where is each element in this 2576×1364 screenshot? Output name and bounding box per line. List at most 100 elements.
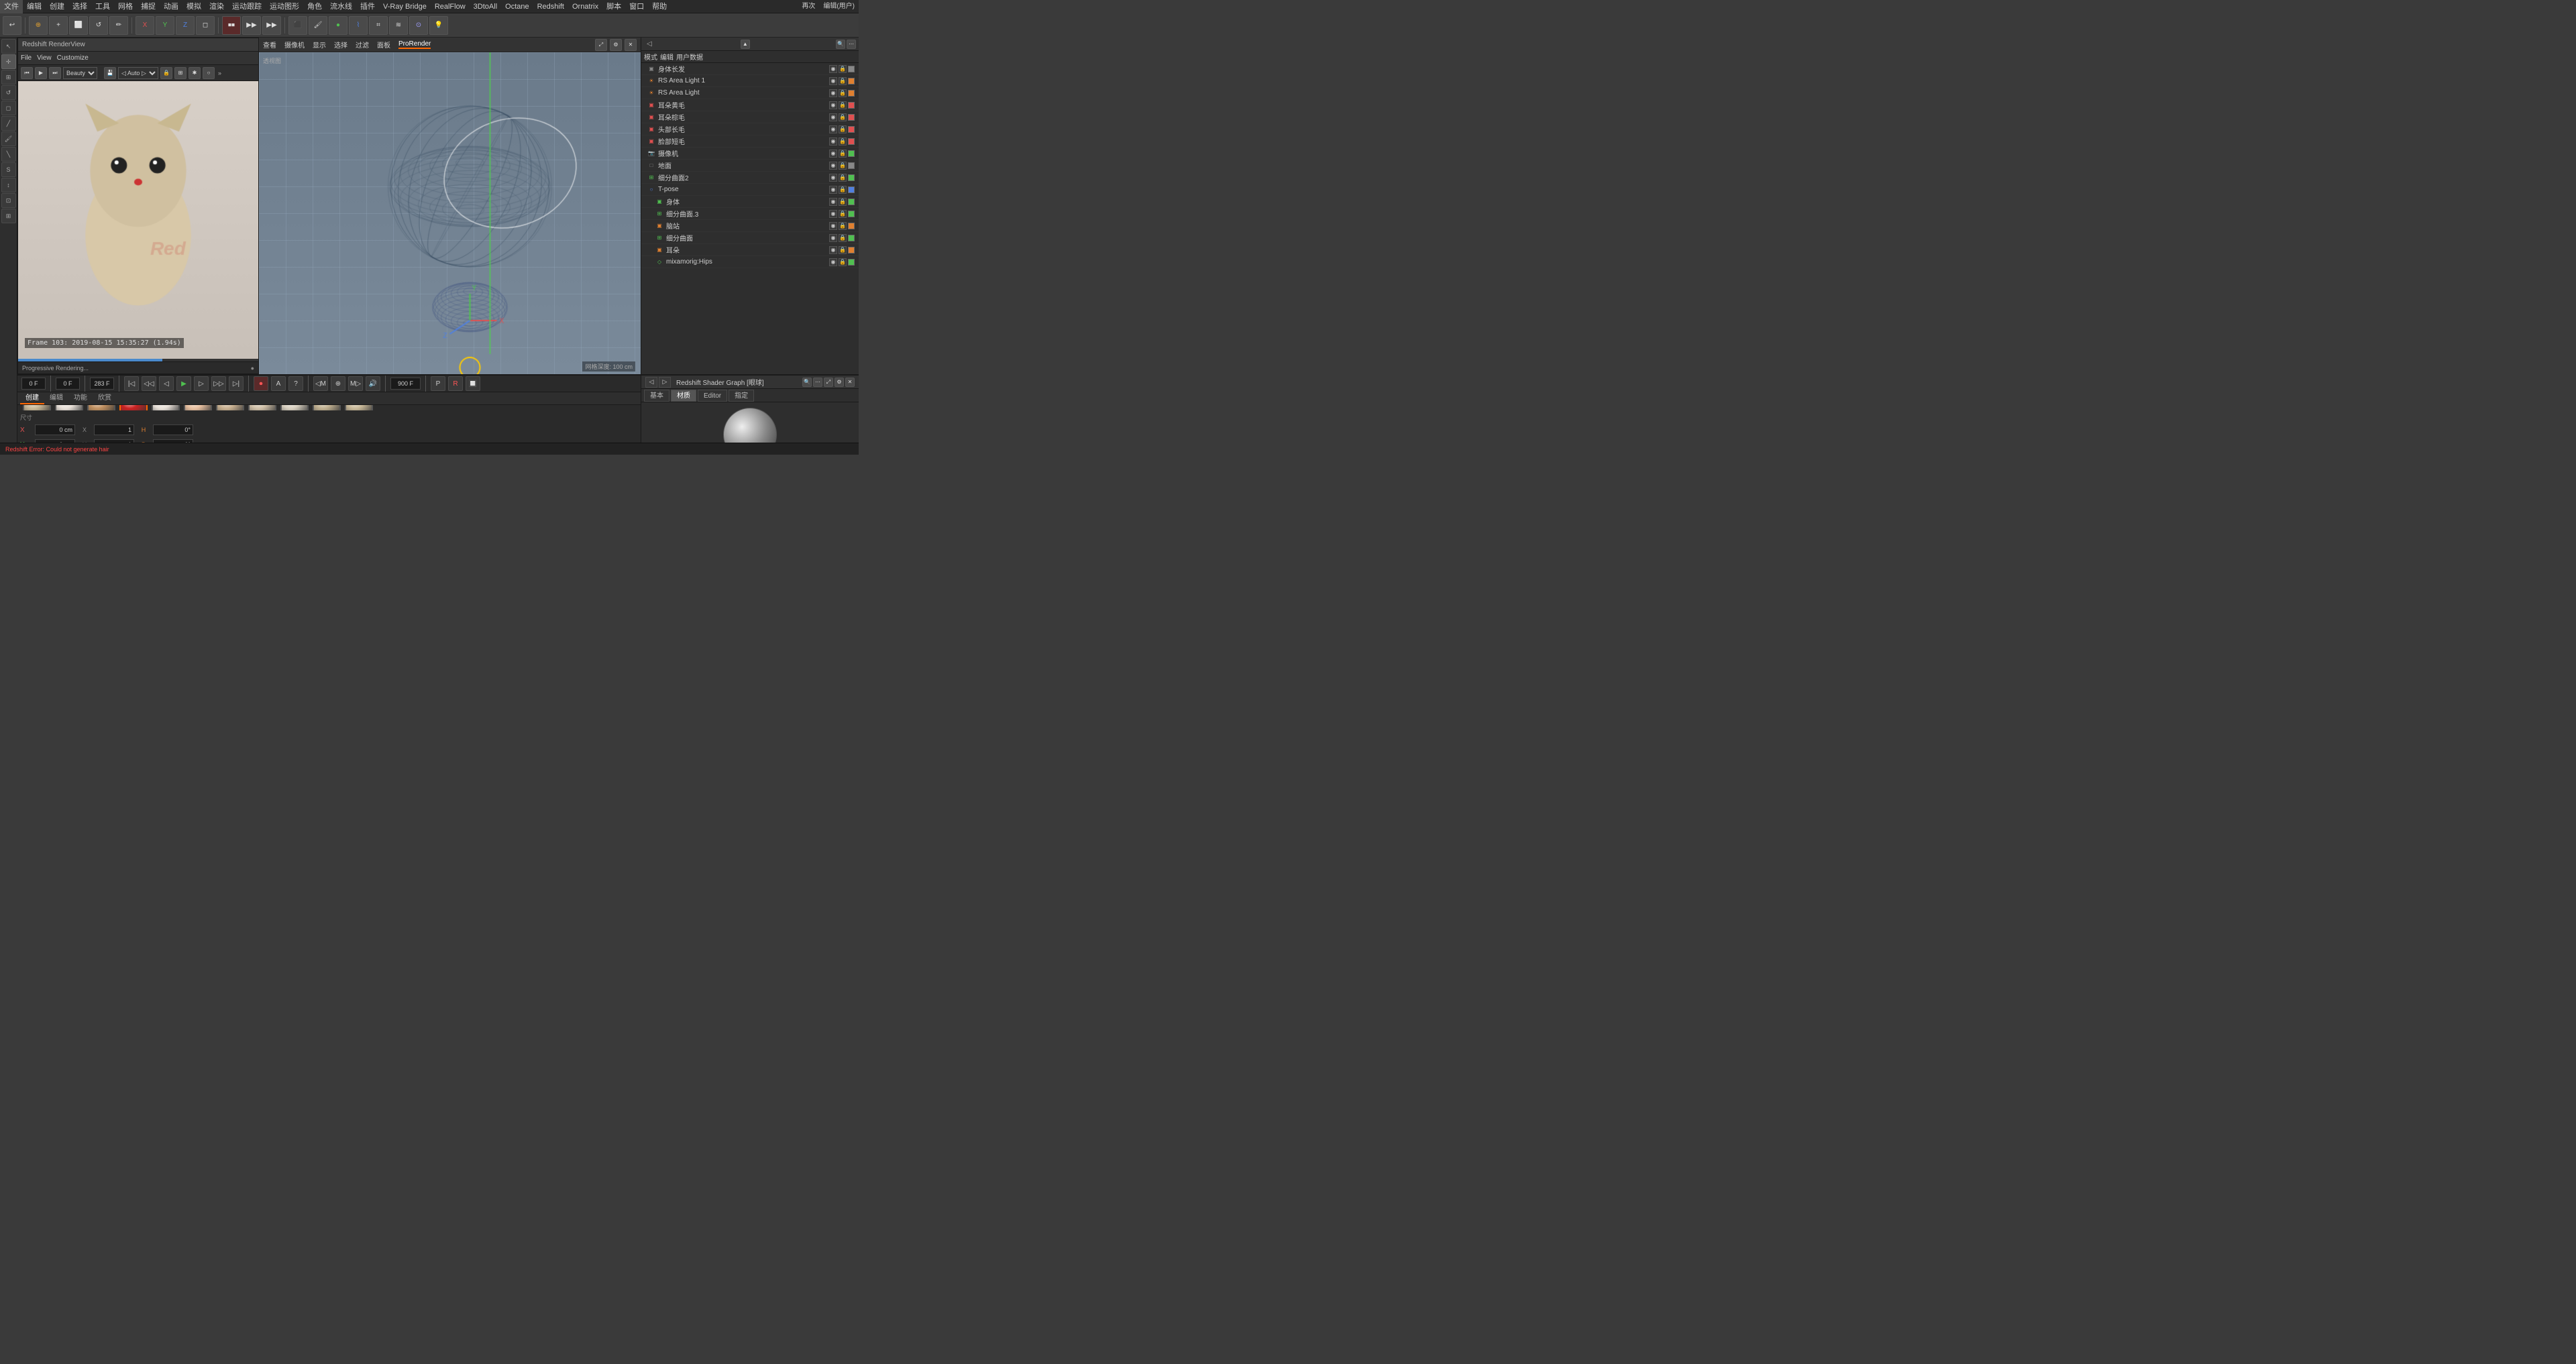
rv-lock-btn[interactable]: 🔒 — [160, 67, 172, 79]
shader-nav-next[interactable]: ▷ — [659, 377, 671, 388]
total-frames-input[interactable] — [390, 378, 421, 390]
record-btn[interactable]: ⏹⏹ — [222, 16, 241, 35]
lower-tab-edit[interactable]: 编辑 — [44, 392, 68, 404]
rv-circle-btn[interactable]: ○ — [203, 67, 215, 79]
menu-item-tools[interactable]: 工具 — [91, 0, 114, 13]
rv-expand-btn[interactable]: » — [218, 70, 221, 76]
object-mode[interactable]: ◻ — [196, 16, 215, 35]
shader-tab-material[interactable]: 材质 — [671, 390, 696, 402]
pos-x-input[interactable] — [35, 424, 75, 435]
scene-item[interactable]: ▣耳朵◉🔒 — [641, 244, 859, 256]
menu-item-simulate[interactable]: 模拟 — [182, 0, 205, 13]
rv-customize[interactable]: Customize — [57, 54, 89, 62]
prev-key-btn[interactable]: ◁◁ — [142, 376, 156, 391]
rp-nav-left[interactable]: ◁ — [644, 40, 655, 48]
z-axis[interactable]: Z — [176, 16, 195, 35]
scene-item[interactable]: 📷摄像机◉🔒 — [641, 148, 859, 160]
vp-settings-btn[interactable]: ⚙ — [610, 39, 622, 51]
object-lock-btn[interactable]: 🔒 — [839, 258, 847, 266]
next-frame-btn[interactable]: ▷ — [194, 376, 209, 391]
nurbs-btn[interactable]: ⌗ — [369, 16, 388, 35]
layout-btn[interactable]: 🔲 — [466, 376, 480, 391]
cube-btn[interactable]: ⬛ — [288, 16, 307, 35]
menu-item-mesh[interactable]: 网格 — [114, 0, 137, 13]
scene-item[interactable]: ▣头部长毛◉🔒 — [641, 123, 859, 135]
material-item[interactable]: 耳朵棕 — [87, 405, 115, 410]
rot-h-input[interactable] — [153, 424, 193, 435]
go-start-btn[interactable]: |◁ — [124, 376, 139, 391]
menu-item-mograph[interactable]: 运动图形 — [266, 0, 303, 13]
rp-more-btn[interactable]: ⋯ — [847, 40, 856, 49]
object-visibility-btn[interactable]: ◉ — [829, 77, 837, 85]
vp-tab-view[interactable]: 查看 — [263, 40, 276, 50]
object-lock-btn[interactable]: 🔒 — [839, 162, 847, 170]
camera-btn[interactable]: ⊙ — [409, 16, 428, 35]
rotate-tool[interactable]: ↺ — [89, 16, 108, 35]
size-x-input[interactable] — [94, 424, 134, 435]
scene-item[interactable]: ⊞细分曲面.3◉🔒 — [641, 208, 859, 220]
object-lock-btn[interactable]: 🔒 — [839, 246, 847, 254]
vp-tab-filter[interactable]: 过滤 — [356, 40, 369, 50]
shader-nav-prev[interactable]: ◁ — [645, 377, 657, 388]
material-item[interactable]: 头部 — [313, 405, 341, 410]
object-lock-btn[interactable]: 🔒 — [839, 125, 847, 133]
object-lock-btn[interactable]: 🔒 — [839, 137, 847, 146]
menu-right-again[interactable]: 再次 — [798, 0, 819, 13]
shader-close-btn[interactable]: ✕ — [845, 378, 855, 387]
shader-tab-editor[interactable]: Editor — [698, 390, 727, 402]
scene-item[interactable]: ▣耳朵棕毛◉🔒 — [641, 111, 859, 123]
rp-move-up[interactable]: ▲ — [741, 40, 750, 49]
rp-tab-userdata[interactable]: 用户数据 — [676, 52, 703, 62]
menu-item-edit[interactable]: 编辑 — [23, 0, 46, 13]
brush-btn[interactable]: 🖌 — [309, 16, 327, 35]
object-lock-btn[interactable]: 🔒 — [839, 186, 847, 194]
sidebar-knife[interactable]: ╲ — [1, 147, 16, 162]
lower-tab-create[interactable]: 创建 — [20, 392, 44, 404]
menu-item-motion-track[interactable]: 运动跟踪 — [228, 0, 266, 13]
viewport-canvas[interactable]: 透视图 网格深度: 100 cm — [259, 52, 641, 374]
object-lock-btn[interactable]: 🔒 — [839, 198, 847, 206]
auto-key-btn[interactable]: A — [271, 376, 286, 391]
object-visibility-btn[interactable]: ◉ — [829, 101, 837, 109]
rv-grid-btn[interactable]: ⊞ — [174, 67, 186, 79]
sidebar-twist[interactable]: ↕ — [1, 178, 16, 192]
object-visibility-btn[interactable]: ◉ — [829, 125, 837, 133]
add-tool[interactable]: + — [49, 16, 68, 35]
object-lock-btn[interactable]: 🔒 — [839, 65, 847, 73]
object-lock-btn[interactable]: 🔒 — [839, 222, 847, 230]
sidebar-magnet[interactable]: S — [1, 162, 16, 177]
pen-tool[interactable]: ✏ — [109, 16, 128, 35]
scene-item[interactable]: ☀RS Area Light 1◉🔒 — [641, 75, 859, 87]
object-visibility-btn[interactable]: ◉ — [829, 246, 837, 254]
frame-end-input[interactable] — [90, 378, 114, 390]
prev-marker-btn[interactable]: ◁M — [313, 376, 328, 391]
scale-tool[interactable]: ⬜ — [69, 16, 88, 35]
object-visibility-btn[interactable]: ◉ — [829, 162, 837, 170]
beauty-dropdown[interactable]: Beauty — [63, 67, 97, 79]
shader-more-btn[interactable]: ⋯ — [813, 378, 822, 387]
record-key-btn[interactable]: ⏺ — [254, 376, 268, 391]
rv-view[interactable]: View — [37, 54, 52, 62]
vp-close-btn[interactable]: ✕ — [625, 39, 637, 51]
rv-play-btn[interactable]: ▶ — [35, 67, 47, 79]
render-seq-btn[interactable]: R — [448, 376, 463, 391]
scene-item[interactable]: ▣耳朵黄毛◉🔒 — [641, 99, 859, 111]
object-visibility-btn[interactable]: ◉ — [829, 89, 837, 97]
sound-btn[interactable]: 🔊 — [366, 376, 380, 391]
object-lock-btn[interactable]: 🔒 — [839, 150, 847, 158]
material-item[interactable]: 耳朵白 — [55, 405, 83, 410]
object-visibility-btn[interactable]: ◉ — [829, 186, 837, 194]
lower-tab-function[interactable]: 功能 — [68, 392, 93, 404]
material-item[interactable]: 头皮皮 — [216, 405, 244, 410]
rp-tab-edit[interactable]: 编辑 — [660, 52, 674, 62]
object-visibility-btn[interactable]: ◉ — [829, 174, 837, 182]
shader-expand-btn[interactable]: ⤢ — [824, 378, 833, 387]
shader-tab-assign[interactable]: 指定 — [729, 390, 754, 402]
scene-item[interactable]: ▣身体◉🔒 — [641, 196, 859, 208]
undo-button[interactable]: ↩ — [3, 16, 21, 35]
next-key-btn[interactable]: ▷▷ — [211, 376, 226, 391]
sidebar-object-sel[interactable]: ◻ — [1, 101, 16, 115]
shader-settings-btn[interactable]: ⚙ — [835, 378, 844, 387]
menu-item-realflow[interactable]: RealFlow — [431, 0, 470, 13]
y-axis[interactable]: Y — [156, 16, 174, 35]
